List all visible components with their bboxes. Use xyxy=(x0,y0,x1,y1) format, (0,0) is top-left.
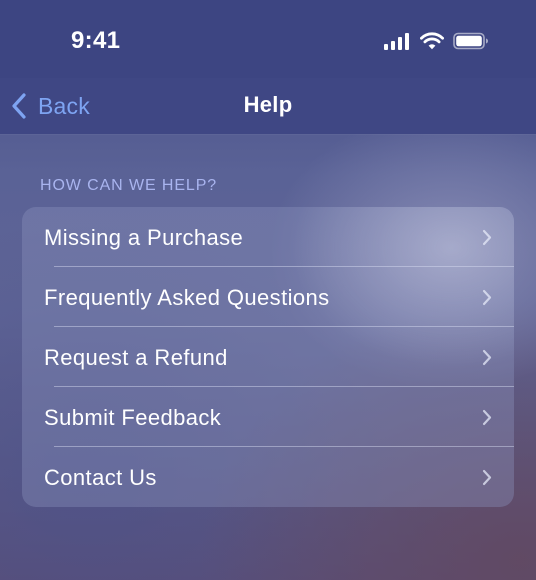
help-options-list: Missing a Purchase Frequently Asked Ques… xyxy=(22,207,514,507)
navigation-bar: Back Help xyxy=(0,78,536,134)
list-item-label: Submit Feedback xyxy=(44,405,222,430)
list-item-faq[interactable]: Frequently Asked Questions xyxy=(22,267,514,327)
status-icons xyxy=(384,30,489,50)
status-bar: 9:41 xyxy=(0,0,536,78)
chevron-right-icon xyxy=(482,229,492,246)
section-header: HOW CAN WE HELP? xyxy=(40,177,218,194)
chevron-right-icon xyxy=(482,409,492,426)
list-item-label: Request a Refund xyxy=(44,345,228,370)
battery-icon xyxy=(453,32,488,50)
page-title: Help xyxy=(243,92,293,117)
list-item-label: Missing a Purchase xyxy=(44,225,244,250)
status-time: 9:41 xyxy=(71,27,121,54)
list-item-submit-feedback[interactable]: Submit Feedback xyxy=(22,387,514,447)
list-item-label: Contact Us xyxy=(44,465,157,490)
cellular-signal-icon xyxy=(384,33,409,50)
list-item-request-refund[interactable]: Request a Refund xyxy=(22,327,514,387)
list-item-missing-purchase[interactable]: Missing a Purchase xyxy=(22,207,514,267)
chevron-right-icon xyxy=(482,349,492,366)
list-item-contact-us[interactable]: Contact Us xyxy=(22,447,514,507)
chevron-right-icon xyxy=(482,289,492,306)
chevron-right-icon xyxy=(482,469,492,486)
wifi-icon xyxy=(420,32,444,50)
list-item-label: Frequently Asked Questions xyxy=(44,285,330,310)
